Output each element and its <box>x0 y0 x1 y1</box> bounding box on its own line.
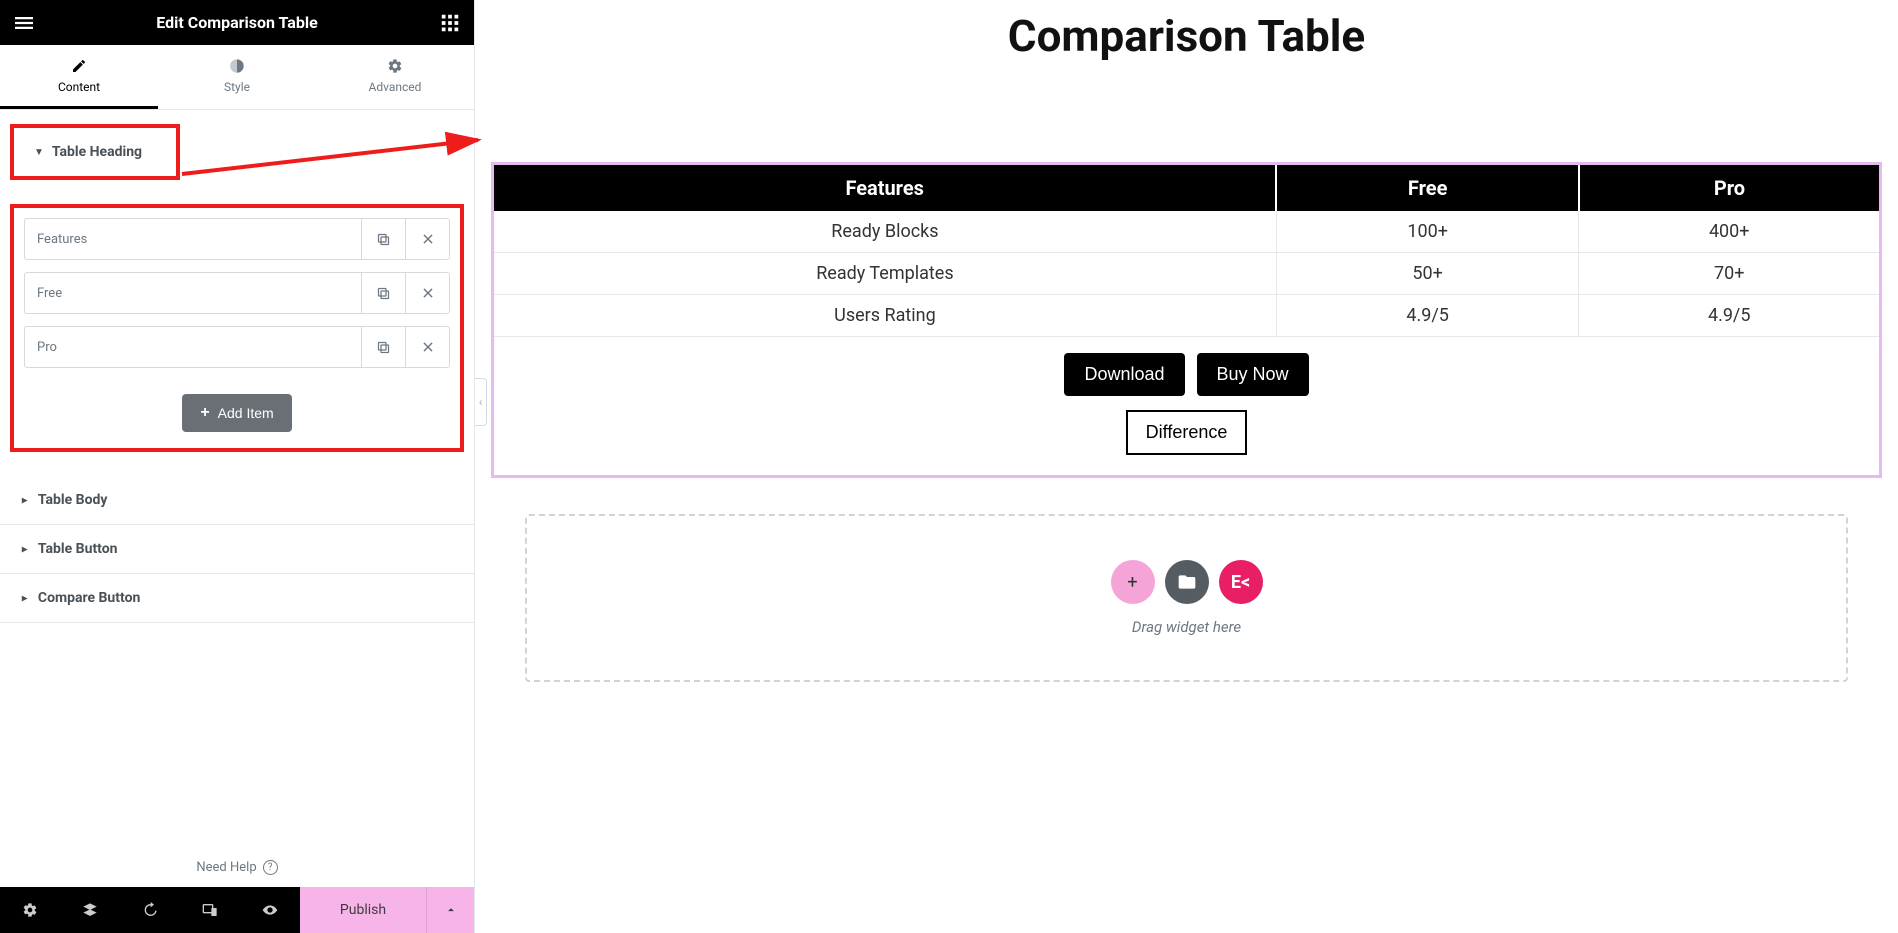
tab-content[interactable]: Content <box>0 45 158 109</box>
sidebar-title: Edit Comparison Table <box>156 13 317 32</box>
highlight-table-heading: ▼ Table Heading <box>10 124 180 180</box>
action-button-row: Download Buy Now <box>494 353 1879 396</box>
table-row: Ready Templates50+70+ <box>494 253 1879 295</box>
highlight-heading-items: Features Free Pro + Add Item <box>10 204 464 452</box>
table-cell: 50+ <box>1276 253 1579 295</box>
action-button[interactable]: Buy Now <box>1197 353 1309 396</box>
table-cell: 70+ <box>1579 253 1879 295</box>
caret-right-icon: ▼ <box>19 593 30 603</box>
responsive-icon[interactable] <box>180 887 240 933</box>
table-cell: 400+ <box>1579 211 1879 253</box>
table-row: Users Rating4.9/54.9/5 <box>494 295 1879 337</box>
table-cell: Ready Templates <box>494 253 1276 295</box>
table-header-cell: Free <box>1276 165 1579 211</box>
navigator-icon[interactable] <box>60 887 120 933</box>
caret-right-icon: ▼ <box>19 544 30 554</box>
close-icon[interactable] <box>405 219 449 259</box>
table-cell: 4.9/5 <box>1276 295 1579 337</box>
section-compare-button[interactable]: ▼ Compare Button <box>0 574 474 623</box>
duplicate-icon[interactable] <box>361 273 405 313</box>
tab-style-label: Style <box>224 80 250 94</box>
section-table-heading-label: Table Heading <box>52 144 142 160</box>
preview-area: Comparison Table FeaturesFreePro Ready B… <box>475 0 1898 933</box>
heading-item[interactable]: Features <box>24 218 450 260</box>
caret-right-icon: ▼ <box>19 495 30 505</box>
section-table-button[interactable]: ▼ Table Button <box>0 525 474 574</box>
ekit-icon[interactable]: E< <box>1219 560 1263 604</box>
heading-item-label: Pro <box>25 327 361 367</box>
compare-button-row: Difference <box>494 410 1879 455</box>
section-table-button-label: Table Button <box>38 541 118 557</box>
drop-text: Drag widget here <box>1132 618 1241 636</box>
table-cell: 100+ <box>1276 211 1579 253</box>
help-icon: ? <box>263 860 278 875</box>
comparison-table: FeaturesFreePro Ready Blocks100+400+Read… <box>494 165 1879 337</box>
heading-item-label: Free <box>25 273 361 313</box>
drop-circles: + E< <box>1111 560 1263 604</box>
close-icon[interactable] <box>405 327 449 367</box>
add-section-icon[interactable]: + <box>1111 560 1155 604</box>
plus-icon: + <box>200 404 209 422</box>
tab-style[interactable]: Style <box>158 45 316 109</box>
editor-sidebar: Edit Comparison Table Content Style Adva… <box>0 0 475 933</box>
heading-items-list: Features Free Pro <box>24 218 450 386</box>
tabs: Content Style Advanced <box>0 45 474 110</box>
action-button[interactable]: Download <box>1064 353 1184 396</box>
preview-icon[interactable] <box>240 887 300 933</box>
table-cell: 4.9/5 <box>1579 295 1879 337</box>
sidebar-header: Edit Comparison Table <box>0 0 474 45</box>
publish-wrap: Publish <box>300 887 474 933</box>
table-cell: Ready Blocks <box>494 211 1276 253</box>
section-compare-button-label: Compare Button <box>38 590 140 606</box>
table-header-cell: Features <box>494 165 1276 211</box>
footer-bar: Publish <box>0 887 474 933</box>
template-library-icon[interactable] <box>1165 560 1209 604</box>
tab-advanced-label: Advanced <box>369 80 422 94</box>
table-body: Ready Blocks100+400+Ready Templates50+70… <box>494 211 1879 337</box>
caret-down-icon: ▼ <box>34 147 44 158</box>
add-item-button[interactable]: + Add Item <box>182 394 291 432</box>
heading-item-label: Features <box>25 219 361 259</box>
tab-advanced[interactable]: Advanced <box>316 45 474 109</box>
publish-button[interactable]: Publish <box>300 887 426 933</box>
section-table-heading[interactable]: ▼ Table Heading <box>14 128 176 176</box>
tab-content-label: Content <box>58 80 100 94</box>
table-header-cell: Pro <box>1579 165 1879 211</box>
duplicate-icon[interactable] <box>361 219 405 259</box>
collapse-sidebar-handle[interactable]: ‹ <box>475 378 487 426</box>
publish-options-icon[interactable] <box>426 887 474 933</box>
widget-comparison-table[interactable]: FeaturesFreePro Ready Blocks100+400+Read… <box>491 162 1882 478</box>
heading-item[interactable]: Pro <box>24 326 450 368</box>
history-icon[interactable] <box>120 887 180 933</box>
publish-label: Publish <box>340 902 386 918</box>
drop-zone[interactable]: + E< Drag widget here <box>525 514 1848 682</box>
heading-item[interactable]: Free <box>24 272 450 314</box>
section-table-body-label: Table Body <box>38 492 108 508</box>
table-cell: Users Rating <box>494 295 1276 337</box>
page-title: Comparison Table <box>475 10 1898 62</box>
table-row: Ready Blocks100+400+ <box>494 211 1879 253</box>
close-icon[interactable] <box>405 273 449 313</box>
hamburger-icon[interactable] <box>14 13 34 33</box>
widgets-grid-icon[interactable] <box>440 13 460 33</box>
table-header-row: FeaturesFreePro <box>494 165 1879 211</box>
need-help[interactable]: Need Help ? <box>0 848 474 887</box>
section-table-body[interactable]: ▼ Table Body <box>0 476 474 525</box>
need-help-label: Need Help <box>196 860 256 875</box>
sidebar-content: ▼ Table Heading Features Free Pro + Add It… <box>0 110 474 848</box>
add-item-label: Add Item <box>218 405 274 421</box>
compare-button[interactable]: Difference <box>1126 410 1248 455</box>
duplicate-icon[interactable] <box>361 327 405 367</box>
settings-icon[interactable] <box>0 887 60 933</box>
